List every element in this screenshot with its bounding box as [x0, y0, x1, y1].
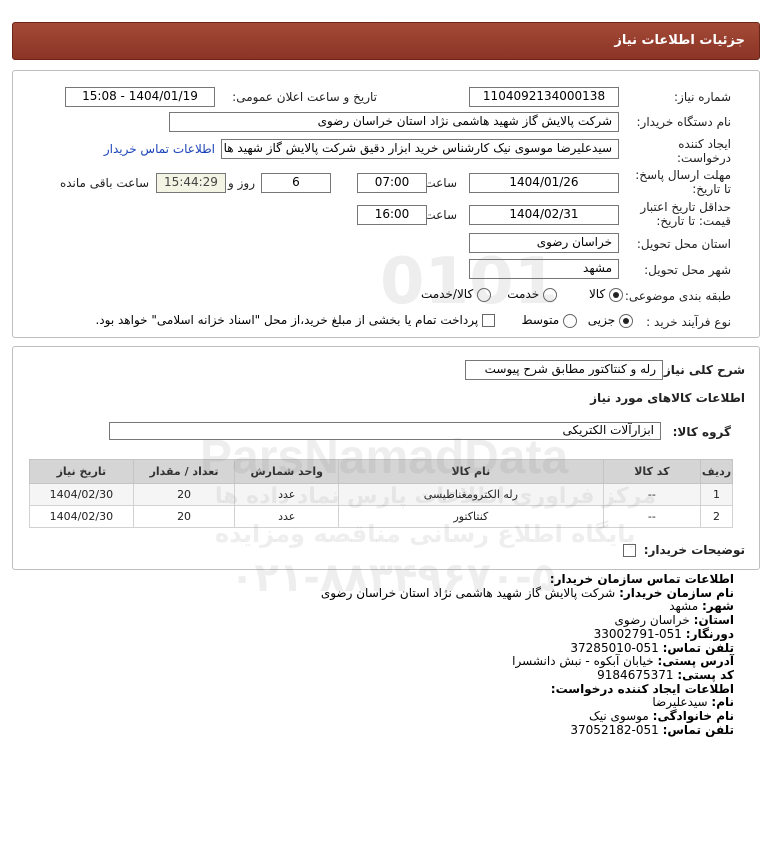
need-number-field[interactable]: 1104092134000138 — [469, 87, 619, 107]
contact-title: اطلاعات تماس سازمان خریدار: — [549, 572, 734, 586]
radio-icon[interactable] — [543, 287, 557, 302]
contact-org-row: نام سازمان خریدار: شرکت پالایش گاز شهید … — [320, 585, 734, 600]
delivery-city-label: شهر محل تحویل: — [644, 263, 731, 277]
goods-group-label: گروه کالا: — [672, 425, 731, 439]
creator-family-row: نام خانوادگی: موسوی نیک — [589, 709, 734, 724]
cell-row: 1 — [700, 483, 733, 506]
buyer-org-field[interactable]: شرکت پالایش گاز شهید هاشمی نژاد استان خر… — [169, 112, 619, 132]
col-name-header: نام کالا — [338, 459, 604, 484]
reply-time-label: ساعت — [424, 176, 457, 190]
cell-unit: عدد — [234, 505, 340, 528]
radio-icon[interactable] — [563, 313, 577, 328]
col-unit-header: واحد شمارش — [234, 459, 340, 484]
treasury-payment-note: پرداخت تمام یا بخشی از مبلغ خرید،از محل … — [95, 313, 479, 327]
contact-city-row: شهر: مشهد — [669, 599, 734, 614]
contact-postal-row: کد پستی: 9184675371 — [597, 667, 734, 682]
contact-info: اطلاعات تماس سازمان خریدار: نام سازمان خ… — [174, 572, 734, 737]
col-qty-header: تعداد / مقدار — [132, 459, 236, 484]
category-option-service[interactable]: خدمت — [507, 287, 557, 302]
radio-icon[interactable] — [477, 287, 491, 302]
announce-label: تاریخ و ساعت اعلان عمومی: — [232, 90, 377, 104]
contact-fax-row: دورنگار: 051-33002791 — [593, 626, 734, 641]
creator-field[interactable]: سیدعلیرضا موسوی نیک کارشناس خرید ابزار د… — [221, 139, 619, 159]
col-code-header: کد کالا — [602, 459, 702, 484]
category-option-goods-service[interactable]: کالا/خدمت — [421, 287, 491, 302]
creator-label-2: درخواست: — [677, 151, 731, 165]
reply-time-field[interactable]: 07:00 — [357, 173, 427, 193]
reply-deadline-label-2: تا تاریخ: — [692, 182, 731, 196]
buyer-contact-link[interactable]: اطلاعات تماس خریدار — [104, 142, 215, 156]
table-header-row: ردیف کد کالا نام کالا واحد شمارش تعداد /… — [29, 459, 733, 484]
treasury-payment-option[interactable]: پرداخت تمام یا بخشی از مبلغ خرید،از محل … — [95, 313, 495, 327]
cell-qty: 20 — [132, 505, 236, 528]
cell-unit: عدد — [234, 483, 340, 506]
summary-field[interactable]: رله و کنتاکتور مطابق شرح پیوست — [465, 360, 663, 380]
purchase-type-medium[interactable]: متوسط — [521, 313, 577, 328]
delivery-province-field[interactable]: خراسان رضوی — [469, 233, 619, 253]
col-date-header: تاریخ نیاز — [29, 459, 134, 484]
goods-group-field[interactable]: ابزارآلات الکتریکی — [109, 422, 661, 440]
remaining-days-field[interactable]: 6 — [261, 173, 331, 193]
items-panel: شرح کلی نیاز: رله و کنتاکتور مطابق شرح پ… — [12, 346, 760, 570]
delivery-city-field[interactable]: مشهد — [469, 259, 619, 279]
buyer-notes-checkbox[interactable] — [622, 544, 636, 557]
days-label: روز و — [228, 176, 255, 190]
remaining-time-label: ساعت باقی مانده — [59, 176, 149, 190]
cell-date: 1404/02/30 — [29, 483, 134, 506]
reply-deadline-label-1: مهلت ارسال پاسخ: — [635, 168, 731, 182]
table-row[interactable]: 2 -- کنتاکتور عدد 20 1404/02/30 — [29, 505, 733, 528]
creator-name-row: نام: سیدعلیرضا — [652, 695, 734, 710]
checkbox-icon[interactable] — [482, 314, 495, 327]
cell-name: کنتاکتور — [338, 505, 604, 528]
announce-field[interactable]: 1404/01/19 - 15:08 — [65, 87, 215, 107]
price-validity-date-field[interactable]: 1404/02/31 — [469, 205, 619, 225]
table-row[interactable]: 1 -- رله الکترومغناطیسی عدد 20 1404/02/3… — [29, 483, 733, 506]
cell-qty: 20 — [132, 483, 236, 506]
page-header: جزئیات اطلاعات نیاز — [12, 22, 760, 60]
items-table: ردیف کد کالا نام کالا واحد شمارش تعداد /… — [29, 459, 733, 528]
price-validity-label-2: قیمت: تا تاریخ: — [656, 214, 731, 228]
price-validity-time-field[interactable]: 16:00 — [357, 205, 427, 225]
purchase-type-label: نوع فرآیند خرید : — [646, 315, 731, 329]
price-validity-time-label: ساعت — [424, 208, 457, 222]
cell-code: -- — [602, 505, 702, 528]
buyer-notes-label: توضیحات خریدار: — [622, 543, 745, 557]
buyer-org-label: نام دستگاه خریدار: — [636, 115, 732, 129]
page-title: جزئیات اطلاعات نیاز — [614, 33, 745, 48]
items-section-title: اطلاعات کالاهای مورد نیاز — [590, 391, 745, 405]
cell-row: 2 — [700, 505, 733, 528]
delivery-province-label: استان محل تحویل: — [636, 237, 731, 251]
category-label: طبقه بندی موضوعی: — [624, 289, 731, 303]
cell-name: رله الکترومغناطیسی — [338, 483, 604, 506]
summary-label: شرح کلی نیاز: — [659, 363, 745, 377]
contact-address-row: آدرس پستی: خیابان آبکوه - نبش دانشسرا — [512, 654, 734, 669]
radio-selected-icon[interactable] — [619, 313, 633, 328]
details-panel: شماره نیاز: 1104092134000138 تاریخ و ساع… — [12, 70, 760, 338]
purchase-type-minor[interactable]: جزیی — [588, 313, 633, 328]
radio-selected-icon[interactable] — [609, 287, 623, 302]
creator-info-title: اطلاعات ایجاد کننده درخواست: — [550, 681, 734, 696]
reply-date-field[interactable]: 1404/01/26 — [469, 173, 619, 193]
need-number-label: شماره نیاز: — [674, 90, 731, 104]
cell-code: -- — [602, 483, 702, 506]
category-option-goods[interactable]: کالا — [589, 287, 623, 302]
col-row-header: ردیف — [700, 459, 733, 484]
price-validity-label-1: حداقل تاریخ اعتبار — [640, 200, 731, 214]
creator-label-1: ایجاد کننده — [678, 137, 731, 151]
cell-date: 1404/02/30 — [29, 505, 134, 528]
contact-province-row: استان: خراسان رضوی — [614, 613, 734, 628]
remaining-time-field: 15:44:29 — [156, 173, 226, 193]
creator-phone-row: تلفن تماس: 051-37052182 — [570, 722, 734, 737]
